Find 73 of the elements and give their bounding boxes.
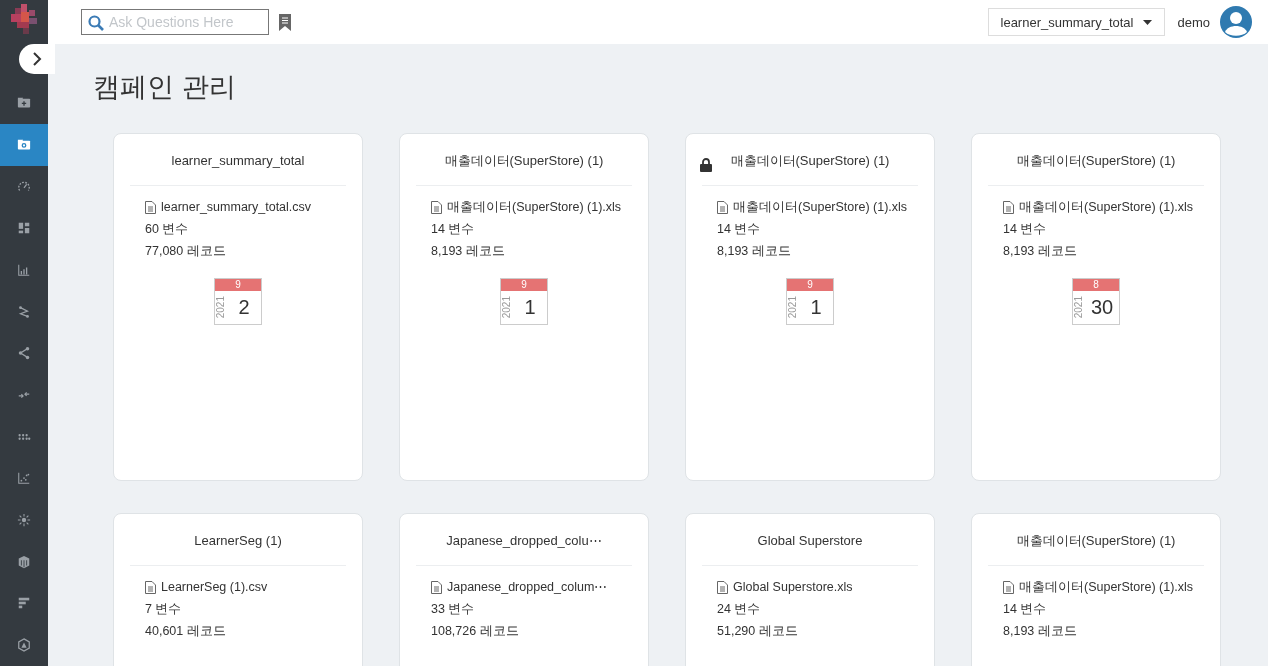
record-count: 8,193 레코드 — [1003, 244, 1078, 259]
variable-count: 14 변수 — [1003, 602, 1048, 617]
variable-count: 14 변수 — [717, 222, 762, 237]
campaign-card[interactable]: 매출데이터(SuperStore) (1) 매출데이터(SuperStore) (1).xls 14 변수 8,193 레코드 9 2021 1 — [399, 133, 649, 481]
variable-count: 60 변수 — [145, 222, 190, 237]
dashboard-icon — [17, 221, 31, 236]
file-name: Global Superstore.xls — [733, 580, 853, 595]
record-count: 8,193 레코드 — [431, 244, 506, 259]
dataset-dropdown[interactable]: learner_summary_total — [987, 8, 1166, 36]
campaign-card[interactable]: 매출데이터(SuperStore) (1) 매출데이터(SuperStore) (1).xls 14 변수 8,193 레코드 8 2021 30 — [971, 133, 1221, 481]
calendar-date: 9 2021 2 — [214, 278, 262, 325]
file-icon — [431, 201, 442, 214]
card-title: learner_summary_total — [171, 153, 305, 168]
flow-icon — [17, 304, 31, 319]
file-name: learner_summary_total.csv — [161, 200, 312, 215]
caret-down-icon — [1143, 19, 1153, 25]
bars-icon — [17, 596, 31, 611]
page-title: 캠페인 관리 — [93, 71, 237, 104]
record-count: 108,726 레코드 — [431, 624, 520, 639]
calendar-date: 9 2021 1 — [786, 278, 834, 325]
file-icon — [717, 581, 728, 594]
sidebar-item[interactable] — [0, 124, 48, 166]
scatter-chart-icon — [17, 471, 31, 486]
file-icon — [145, 581, 156, 594]
file-icon — [1003, 581, 1014, 594]
variable-count: 33 변수 — [431, 602, 476, 617]
card-title: 매출데이터(SuperStore) (1) — [1016, 531, 1176, 550]
campaign-card[interactable]: Japanese_dropped_colu⋯ Japanese_dropped_colum⋯ 33 변수 108,726 레코드 — [399, 513, 649, 666]
sidebar-toggle-button[interactable] — [19, 44, 55, 74]
record-count: 77,080 레코드 — [145, 244, 227, 259]
record-count: 40,601 레코드 — [145, 624, 227, 639]
bookmark-icon[interactable] — [279, 13, 291, 31]
card-title: Global Superstore — [757, 533, 863, 548]
username: demo — [1177, 14, 1210, 30]
campaign-card[interactable]: 매출데이터(SuperStore) (1) 매출데이터(SuperStore) (1).xls 14 변수 8,193 레코드 9 2021 1 — [685, 133, 935, 481]
calendar-date: 8 2021 30 — [1072, 278, 1120, 325]
card-title: 매출데이터(SuperStore) (1) — [1016, 151, 1176, 170]
file-icon — [431, 581, 442, 594]
record-count: 8,193 레코드 — [1003, 624, 1078, 639]
variable-count: 7 변수 — [145, 602, 183, 617]
search-field[interactable]: Ask Questions Here — [81, 9, 269, 35]
campaign-card[interactable]: 매출데이터(SuperStore) (1) 매출데이터(SuperStore) (1).xls 14 변수 8,193 레코드 — [971, 513, 1221, 666]
record-count: 8,193 레코드 — [717, 244, 792, 259]
file-icon — [717, 201, 728, 214]
chevron-right-icon — [31, 52, 43, 66]
cube-icon — [17, 554, 31, 569]
card-title: Japanese_dropped_colu⋯ — [446, 533, 602, 548]
variable-count: 14 변수 — [431, 222, 476, 237]
gauge-icon — [17, 179, 31, 194]
file-name: Japanese_dropped_colum⋯ — [447, 580, 608, 595]
campaign-card[interactable]: Global Superstore Global Superstore.xls 24 변수 51,290 레코드 — [685, 513, 935, 666]
card-title: 매출데이터(SuperStore) (1) — [730, 151, 890, 170]
share-icon — [17, 346, 31, 361]
record-count: 51,290 레코드 — [717, 624, 799, 639]
file-icon — [145, 201, 156, 214]
file-icon — [1003, 201, 1014, 214]
file-name: 매출데이터(SuperStore) (1).xls — [447, 200, 622, 215]
file-name: 매출데이터(SuperStore) (1).xls — [1019, 580, 1194, 595]
avatar-icon[interactable] — [1220, 6, 1252, 38]
campaign-card[interactable]: LearnerSeg (1) LearnerSeg (1).csv 7 변수 40,601 레코드 — [113, 513, 363, 666]
folder-gear-icon — [17, 137, 31, 152]
card-title: 매출데이터(SuperStore) (1) — [444, 151, 604, 170]
calendar-date: 9 2021 1 — [500, 278, 548, 325]
campaign-card[interactable]: learner_summary_total learner_summary_total.csv 60 변수 77,080 레코드 9 2021 2 — [113, 133, 363, 481]
hexagon-icon — [17, 638, 31, 653]
card-title: LearnerSeg (1) — [194, 533, 282, 548]
variable-count: 14 변수 — [1003, 222, 1048, 237]
file-name: LearnerSeg (1).csv — [161, 580, 268, 595]
burst-icon — [17, 513, 31, 528]
file-name: 매출데이터(SuperStore) (1).xls — [733, 200, 908, 215]
bar-chart-icon — [17, 262, 31, 277]
variable-count: 24 변수 — [717, 602, 762, 617]
file-name: 매출데이터(SuperStore) (1).xls — [1019, 200, 1194, 215]
